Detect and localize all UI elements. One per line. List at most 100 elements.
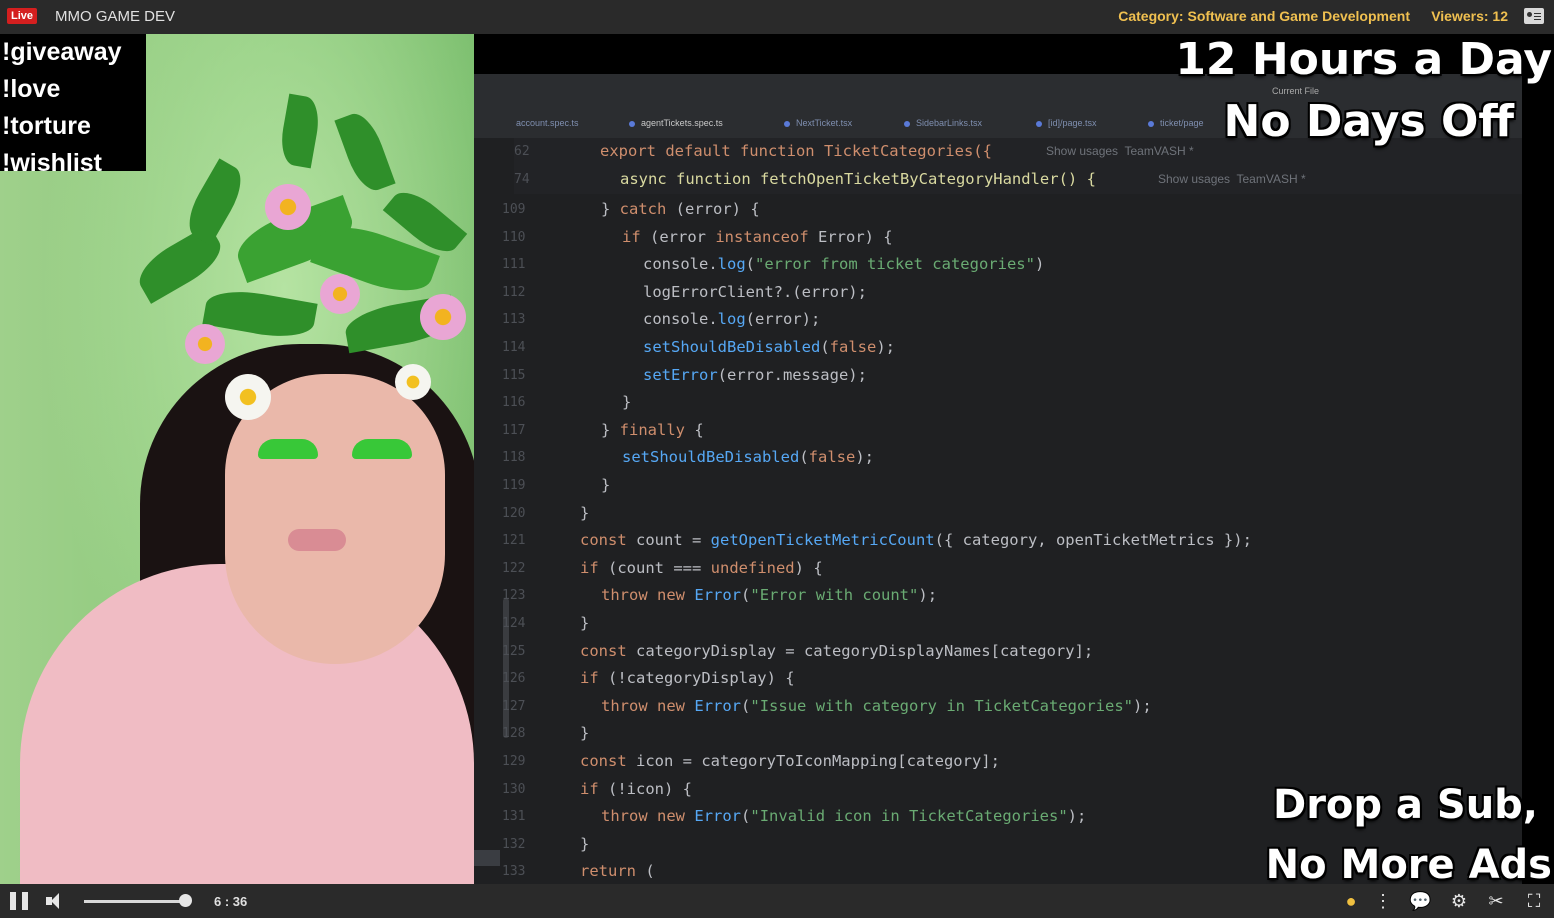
code-line: const icon = categoryToIconMapping[categ… xyxy=(580,752,1000,770)
command-torture: !torture xyxy=(2,112,91,140)
overlay-hours: 12 Hours a Day xyxy=(1175,34,1552,85)
command-love: !love xyxy=(2,75,61,103)
file-icon xyxy=(784,120,790,127)
code-line: if (!categoryDisplay) { xyxy=(580,669,795,688)
code-line: throw new Error("Issue with category in … xyxy=(601,696,1152,715)
line-number: 123 xyxy=(502,588,526,604)
video-player[interactable]: !giveaway !love !torture !wishlist Curre… xyxy=(0,34,1554,884)
eyeshadow-right xyxy=(352,439,412,459)
line-number: 126 xyxy=(502,671,526,687)
live-badge: Live xyxy=(7,8,38,24)
player-controls: 6 : 36 ● ⋮ 💬 ⚙ ✂ ⛶ xyxy=(0,884,1554,918)
overlay-no-ads: No More Ads xyxy=(1265,842,1552,884)
line-number: 62 xyxy=(514,144,530,159)
clip-icon[interactable]: ✂ xyxy=(1485,890,1507,912)
code-line: } xyxy=(580,614,590,632)
code-line: setShouldBeDisabled(false); xyxy=(643,338,895,356)
line-number: 115 xyxy=(502,367,526,383)
file-icon xyxy=(904,120,910,127)
sticky-header-line: 74 async function fetchOpenTicketByCateg… xyxy=(514,166,1522,194)
viewers-label: Viewers: xyxy=(1431,8,1489,24)
command-wishlist: !wishlist xyxy=(2,149,103,177)
code-line: async function fetchOpenTicketByCategory… xyxy=(620,170,1096,188)
code-line: throw new Error("Invalid icon in TicketC… xyxy=(601,807,1087,826)
tab-label: agentTickets.spec.ts xyxy=(641,118,723,128)
chat-icon[interactable]: 💬 xyxy=(1409,890,1431,912)
pause-button[interactable] xyxy=(10,892,30,910)
line-number: 124 xyxy=(502,616,526,631)
code-line: } catch (error) { xyxy=(601,200,760,218)
line-number: 119 xyxy=(502,478,526,493)
tab-label: ticket/page xyxy=(1160,118,1204,128)
code-editor-capture: Current File account.spec.ts agentTicket… xyxy=(474,34,1522,884)
code-line: throw new Error("Error with count"); xyxy=(601,586,938,605)
line-number: 121 xyxy=(502,533,526,549)
gear-icon[interactable]: ⚙ xyxy=(1448,890,1470,912)
line-number: 122 xyxy=(502,560,526,576)
stream-header: Live MMO GAME DEV Category: Software and… xyxy=(0,0,1554,34)
overlay-no-days-off: No Days Off xyxy=(1223,96,1514,147)
tab-label: SidebarLinks.tsx xyxy=(916,118,983,128)
code-line: return ( xyxy=(580,862,655,881)
category-label: Category: xyxy=(1118,8,1184,24)
flower-crown-filter xyxy=(115,93,474,424)
viewers-count: 12 xyxy=(1492,8,1508,24)
code-line: if (!icon) { xyxy=(580,779,692,798)
line-number: 131 xyxy=(502,809,526,825)
code-hint: Show usages TeamVASH * xyxy=(1046,144,1194,158)
code-line: } finally { xyxy=(601,420,704,439)
code-line: console.log("error from ticket categorie… xyxy=(643,255,1045,274)
chat-commands-overlay: !giveaway !love !torture !wishlist xyxy=(0,34,146,177)
line-number: 127 xyxy=(502,698,526,714)
line-number: 125 xyxy=(502,643,526,659)
line-number: 109 xyxy=(502,202,526,217)
volume-icon[interactable] xyxy=(46,892,68,910)
channel-title: MMO GAME DEV xyxy=(55,8,176,25)
file-icon xyxy=(1036,120,1042,127)
volume-slider[interactable] xyxy=(84,900,190,903)
webcam-feed: !giveaway !love !torture !wishlist xyxy=(0,34,474,884)
code-line: } xyxy=(580,724,590,743)
code-line: const categoryDisplay = categoryDisplayN… xyxy=(580,641,1094,660)
contact-card-icon[interactable] xyxy=(1524,8,1544,24)
line-number: 113 xyxy=(502,312,526,328)
tab-label: NextTicket.tsx xyxy=(796,118,853,128)
line-number: 114 xyxy=(502,340,526,355)
file-icon xyxy=(629,120,635,127)
line-number: 111 xyxy=(502,257,526,273)
tab-id-page: [id]/page.tsx xyxy=(1036,118,1097,128)
streamer-lips xyxy=(288,529,346,551)
file-icon xyxy=(1148,120,1154,127)
tab-sidebar-links: SidebarLinks.tsx xyxy=(904,118,982,128)
line-number: 130 xyxy=(502,781,526,797)
editor-fold-marker xyxy=(474,850,500,866)
code-hint: Show usages TeamVASH * xyxy=(1158,172,1306,186)
volume-slider-knob[interactable] xyxy=(178,894,192,907)
code-line: logErrorClient?.(error); xyxy=(643,282,867,301)
line-number: 118 xyxy=(502,450,526,466)
code-line: } xyxy=(580,503,590,522)
code-line: setShouldBeDisabled(false); xyxy=(622,448,874,467)
code-line: } xyxy=(601,476,611,494)
command-giveaway: !giveaway xyxy=(2,38,122,66)
tab-account-spec: account.spec.ts xyxy=(516,118,579,128)
bits-icon[interactable]: ● xyxy=(1340,890,1362,912)
category-value[interactable]: Software and Game Development xyxy=(1187,8,1410,24)
overlay-drop-sub: Drop a Sub, xyxy=(1273,782,1538,828)
line-number: 110 xyxy=(502,229,526,245)
category-info: Category: Software and Game Development xyxy=(1118,8,1410,24)
line-number: 117 xyxy=(502,422,526,438)
line-number: 132 xyxy=(502,836,526,852)
more-options-icon[interactable]: ⋮ xyxy=(1372,890,1394,912)
code-line: } xyxy=(580,834,590,853)
line-number: 120 xyxy=(502,505,526,521)
code-editor: 62 export default function TicketCategor… xyxy=(474,138,1522,884)
elapsed-time: 6 : 36 xyxy=(214,894,248,909)
code-line: } xyxy=(622,393,632,412)
code-line: const count = getOpenTicketMetricCount({… xyxy=(580,531,1252,550)
tab-ticket-page: ticket/page xyxy=(1148,118,1204,128)
fullscreen-icon[interactable]: ⛶ xyxy=(1523,890,1545,912)
line-number: 128 xyxy=(502,726,526,742)
code-line: if (count === undefined) { xyxy=(580,558,823,577)
line-number: 116 xyxy=(502,395,526,411)
